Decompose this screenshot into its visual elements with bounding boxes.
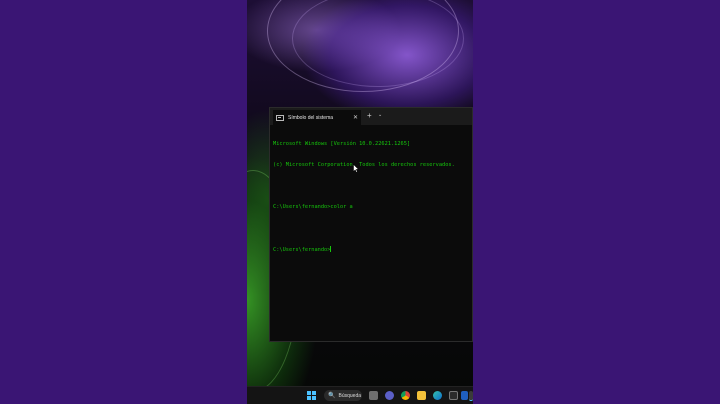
word-icon[interactable] — [461, 391, 468, 400]
chrome-icon[interactable] — [401, 391, 410, 400]
console-line: C:\Users\fernando> — [273, 247, 331, 253]
prompt-line[interactable]: C:\Users\fernando> — [273, 246, 469, 253]
console-icon — [276, 114, 284, 121]
command-prompt-window[interactable]: Símbolo del sistema ✕ + ⌄ Microsoft Wind… — [269, 107, 473, 342]
meet-icon[interactable] — [385, 391, 394, 400]
close-tab-icon[interactable]: ✕ — [353, 115, 358, 121]
console-output[interactable]: Microsoft Windows [Versión 10.0.22621.12… — [270, 125, 472, 269]
taskbar: 🔍 Búsqueda — [247, 386, 473, 404]
task-view-icon[interactable] — [369, 391, 378, 400]
windows-start-icon[interactable] — [307, 391, 316, 400]
console-line: Microsoft Windows [Versión 10.0.22621.12… — [273, 141, 411, 147]
file-explorer-icon[interactable] — [417, 391, 426, 400]
title-bar[interactable]: Símbolo del sistema ✕ + ⌄ — [270, 108, 472, 125]
mouse-pointer-icon — [353, 164, 359, 173]
new-tab-button[interactable]: + — [367, 111, 372, 120]
search-icon: 🔍 — [328, 393, 336, 399]
edge-icon[interactable] — [433, 391, 442, 400]
console-line: C:\Users\fernando>color a — [273, 204, 353, 210]
search-label: Búsqueda — [338, 392, 362, 399]
search-box[interactable]: 🔍 Búsqueda — [324, 390, 362, 401]
console-line: (c) Microsoft Corporation. Todos los der… — [273, 162, 455, 168]
tab-command-prompt[interactable]: Símbolo del sistema ✕ — [273, 110, 361, 125]
chevron-down-icon[interactable]: ⌄ — [378, 112, 382, 119]
terminal-icon[interactable] — [469, 391, 473, 401]
store-icon[interactable] — [449, 391, 458, 400]
tab-title: Símbolo del sistema — [288, 114, 334, 121]
text-cursor — [330, 246, 332, 252]
